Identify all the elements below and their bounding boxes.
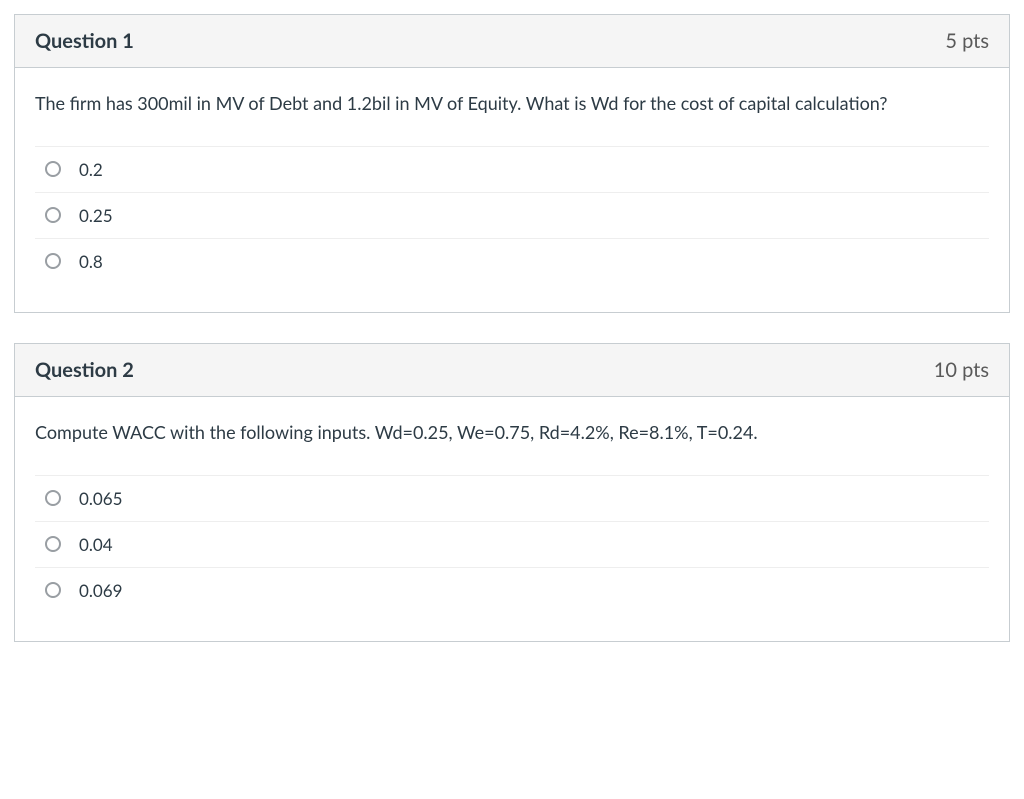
question-body: The firm has 300mil in MV of Debt and 1.… <box>15 68 1009 312</box>
answers-list: 0.2 0.25 0.8 <box>35 146 989 284</box>
answer-label: 0.25 <box>79 205 113 226</box>
answers-list: 0.065 0.04 0.069 <box>35 475 989 613</box>
answer-label: 0.04 <box>79 534 113 555</box>
answer-option[interactable]: 0.8 <box>35 239 989 284</box>
radio-input[interactable] <box>45 582 61 598</box>
radio-input[interactable] <box>45 253 61 269</box>
question-header: Question 1 5 pts <box>15 15 1009 68</box>
question-text: The firm has 300mil in MV of Debt and 1.… <box>35 90 989 118</box>
question-body: Compute WACC with the following inputs. … <box>15 397 1009 641</box>
question-points: 10 pts <box>934 358 989 382</box>
radio-input[interactable] <box>45 161 61 177</box>
answer-option[interactable]: 0.2 <box>35 147 989 193</box>
question-points: 5 pts <box>945 29 989 53</box>
answer-label: 0.2 <box>79 159 103 180</box>
answer-option[interactable]: 0.04 <box>35 522 989 568</box>
answer-option[interactable]: 0.25 <box>35 193 989 239</box>
answer-label: 0.8 <box>79 251 103 272</box>
radio-input[interactable] <box>45 536 61 552</box>
answer-label: 0.065 <box>79 488 122 509</box>
question-card: Question 2 10 pts Compute WACC with the … <box>14 343 1010 642</box>
question-title: Question 1 <box>35 29 134 53</box>
answer-option[interactable]: 0.065 <box>35 476 989 522</box>
question-title: Question 2 <box>35 358 134 382</box>
question-header: Question 2 10 pts <box>15 344 1009 397</box>
question-text: Compute WACC with the following inputs. … <box>35 419 989 447</box>
answer-option[interactable]: 0.069 <box>35 568 989 613</box>
question-card: Question 1 5 pts The firm has 300mil in … <box>14 14 1010 313</box>
answer-label: 0.069 <box>79 580 122 601</box>
radio-input[interactable] <box>45 207 61 223</box>
radio-input[interactable] <box>45 490 61 506</box>
